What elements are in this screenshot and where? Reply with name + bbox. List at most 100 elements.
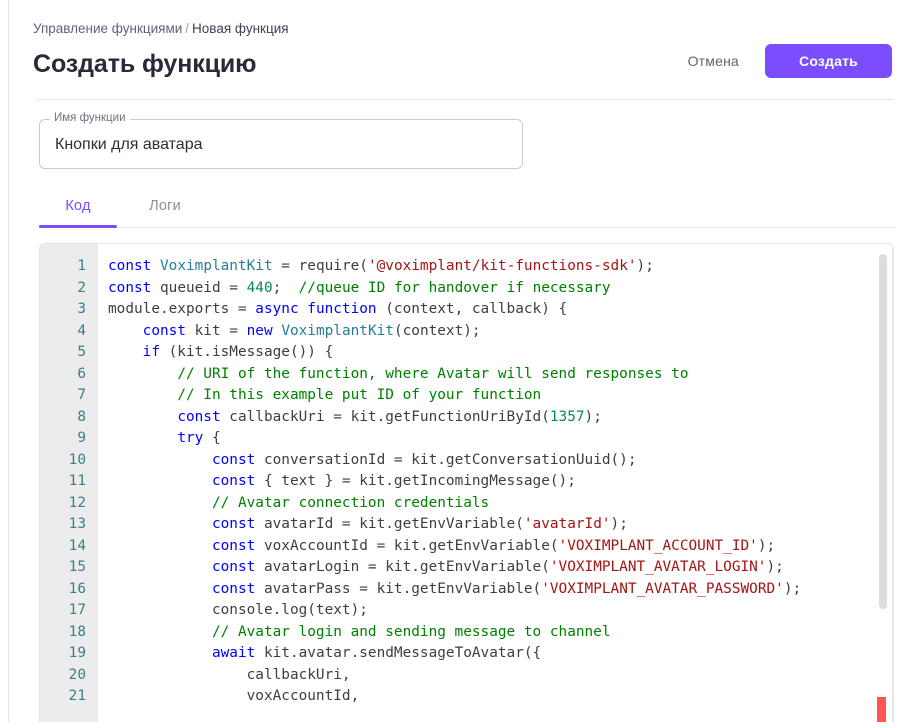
code-line-number: 20 (68, 666, 86, 683)
code-line[interactable]: 8 const callbackUri = kit.getFunctionUri… (40, 407, 893, 429)
code-token-pln (108, 430, 177, 446)
code-line-number: 12 (68, 494, 86, 511)
code-token-kw: const (211, 537, 256, 554)
code-line-text: const avatarLogin = kit.getEnvVariable('… (108, 557, 784, 579)
code-line[interactable]: 7 // In this example put ID of your func… (40, 385, 893, 407)
code-line[interactable]: 18 // Avatar login and sending message t… (40, 622, 893, 644)
code-line-text: const queueid = 440; //queue ID for hand… (108, 278, 611, 300)
code-line[interactable]: 6 // URI of the function, where Avatar w… (40, 364, 893, 386)
code-token-kw: const (211, 559, 256, 575)
tab-code-label: Код (65, 198, 91, 214)
code-line-text: callbackUri, (108, 665, 351, 687)
code-line[interactable]: 2 const queueid = 440; //queue ID for han… (40, 278, 893, 300)
code-token-pln (273, 323, 282, 339)
code-token-pln (108, 581, 212, 597)
code-token-com: //queue ID for handover if necessary (298, 279, 611, 296)
tab-logs-indicator (135, 225, 195, 228)
code-line-text: // Avatar login and sending message to c… (108, 622, 611, 644)
code-token-kw: new (246, 322, 273, 339)
code-line[interactable]: 19 await kit.avatar.sendMessageToAvatar(… (40, 643, 893, 665)
breadcrumb-parent-link[interactable]: Управление функциями (33, 21, 182, 36)
code-token-pln (108, 495, 212, 511)
code-line-number: 5 (77, 344, 86, 360)
breadcrumb: Управление функциями / Новая функция (33, 20, 892, 38)
code-line-number: 8 (77, 408, 86, 425)
code-token-pln: avatarPass = kit.getEnvVariable( (255, 580, 542, 597)
code-line-number: 4 (77, 322, 86, 339)
tab-code[interactable]: Код (39, 192, 117, 228)
code-token-pln: avatarLogin = kit.getEnvVariable( (255, 559, 550, 575)
code-line-number: 10 (68, 451, 86, 468)
code-line[interactable]: 10 const conversationId = kit.getConvers… (40, 450, 893, 472)
code-editor[interactable]: 1 const VoximplantKit = require('@voximpl… (39, 243, 894, 722)
code-line-number: 16 (68, 580, 86, 597)
code-token-pln: kit = (185, 322, 247, 339)
code-token-pln (108, 559, 212, 575)
code-line-number: 19 (68, 645, 86, 661)
editor-error-marker[interactable] (877, 697, 886, 722)
code-token-pln: { (203, 430, 221, 446)
code-line-number: 1 (77, 258, 86, 274)
code-line-text: const VoximplantKit = require('@voximpla… (108, 256, 654, 278)
code-token-pln: { text } = kit.getIncomingMessage(); (255, 473, 576, 489)
code-token-num: 1357 (549, 408, 585, 425)
code-token-pln (108, 323, 143, 339)
code-line-number: 21 (68, 688, 86, 704)
code-token-kw: const (211, 473, 256, 489)
code-line[interactable]: 14 const voxAccountId = kit.getEnvVariab… (40, 536, 893, 558)
create-button[interactable]: Создать (765, 44, 892, 78)
code-token-pln: conversationId = kit.getConversationUuid… (255, 451, 637, 468)
code-line[interactable]: 20 callbackUri, (40, 665, 893, 687)
header-actions: Отмена Создать (676, 44, 892, 78)
code-token-pln: ); (610, 516, 628, 532)
code-token-pln (108, 409, 177, 425)
editor-scrollbar-track[interactable] (879, 250, 887, 716)
code-token-com: // URI of the function, where Avatar wil… (177, 365, 689, 382)
code-token-kw: const (211, 516, 256, 532)
create-function-page: Управление функциями / Новая функция Созда… (0, 0, 912, 722)
code-line[interactable]: 17 console.log(text); (40, 600, 893, 622)
code-token-pln (108, 366, 177, 382)
code-line-number: 17 (68, 602, 86, 618)
code-token-pln: callbackUri, (108, 666, 351, 683)
code-line[interactable]: 15 const avatarLogin = kit.getEnvVariabl… (40, 557, 893, 579)
code-line[interactable]: 16 const avatarPass = kit.getEnvVariable… (40, 579, 893, 601)
code-token-pln (108, 624, 212, 640)
code-line[interactable]: 9 try { (40, 428, 893, 450)
code-line-number: 18 (68, 623, 86, 640)
code-line[interactable]: 21 voxAccountId, (40, 686, 893, 708)
code-line-text: const avatarId = kit.getEnvVariable('ava… (108, 514, 628, 536)
code-token-pln: (kit.isMessage()) { (159, 344, 334, 360)
code-token-num: 440 (246, 279, 273, 296)
editor-scroll-viewport[interactable]: 1 const VoximplantKit = require('@voximpl… (40, 244, 893, 722)
code-token-pln: ); (783, 580, 802, 597)
tab-logs[interactable]: Логи (135, 192, 195, 228)
code-token-cls: VoximplantKit (281, 322, 394, 339)
code-token-pln: ; (272, 279, 299, 296)
cancel-button[interactable]: Отмена (676, 45, 751, 77)
editor-code-lines[interactable]: 1 const VoximplantKit = require('@voximpl… (40, 256, 893, 708)
code-token-com: // Avatar connection credentials (211, 494, 490, 511)
function-name-field[interactable]: Имя функции (39, 111, 523, 171)
code-line[interactable]: 11 const { text } = kit.getIncomingMessa… (40, 471, 893, 493)
code-line[interactable]: 12 // Avatar connection credentials (40, 493, 893, 515)
code-token-pln: kit.avatar.sendMessageToAvatar({ (255, 645, 542, 661)
code-line[interactable]: 13 const avatarId = kit.getEnvVariable('… (40, 514, 893, 536)
code-token-pln (151, 258, 160, 274)
code-line[interactable]: 4 const kit = new VoximplantKit(context)… (40, 321, 893, 343)
code-line[interactable]: 3 module.exports = async function (contex… (40, 299, 893, 321)
code-line-text: console.log(text); (108, 600, 368, 622)
code-token-pln (108, 387, 177, 403)
code-token-pln: = require( (272, 258, 368, 274)
code-line-text: const kit = new VoximplantKit(context); (108, 321, 481, 343)
code-line-text: await kit.avatar.sendMessageToAvatar({ (108, 643, 541, 665)
function-name-input[interactable] (53, 119, 513, 171)
code-line[interactable]: 1 const VoximplantKit = require('@voximpl… (40, 256, 893, 278)
code-token-com: // In this example put ID of your functi… (177, 387, 542, 403)
code-token-kw: const (177, 408, 221, 425)
code-token-kw: const (108, 279, 152, 296)
editor-scrollbar-thumb[interactable] (879, 254, 887, 609)
code-token-pln: (context, callback) { (376, 301, 568, 317)
code-line[interactable]: 5 if (kit.isMessage()) { (40, 342, 893, 364)
code-token-pln (108, 344, 143, 360)
